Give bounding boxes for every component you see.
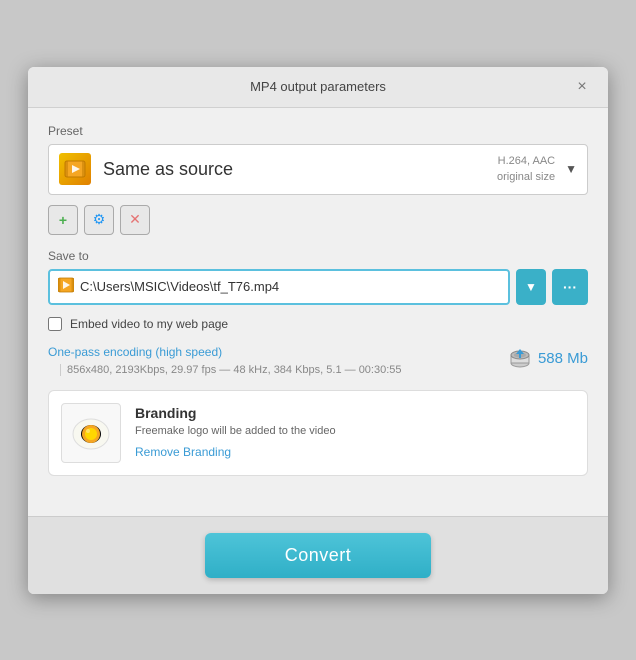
browse-button[interactable]: ···: [552, 269, 588, 305]
add-icon: +: [59, 212, 67, 228]
add-preset-button[interactable]: +: [48, 205, 78, 235]
remove-branding-link[interactable]: Remove Branding: [135, 445, 231, 459]
preset-info: H.264, AAC original size: [497, 153, 555, 186]
branding-description: Freemake logo will be added to the video: [135, 425, 575, 437]
encoding-mode-link[interactable]: One-pass encoding (high speed): [48, 345, 222, 359]
file-size-display: 588 Mb: [508, 345, 588, 373]
embed-row: Embed video to my web page: [48, 317, 588, 331]
save-path-input[interactable]: [80, 279, 500, 294]
save-dropdown-button[interactable]: ▼: [516, 269, 546, 305]
branding-info: Branding Freemake logo will be added to …: [135, 405, 575, 461]
mp4-output-dialog: MP4 output parameters × Preset Same as s…: [28, 67, 608, 594]
preset-size-info: original size: [497, 169, 555, 186]
save-to-row: ▼ ···: [48, 269, 588, 305]
save-path-wrapper: [48, 269, 510, 305]
preset-icon: [59, 153, 91, 185]
encoding-section: One-pass encoding (high speed) 856x480, …: [48, 343, 402, 376]
embed-label[interactable]: Embed video to my web page: [70, 317, 228, 331]
preset-dropdown-icon[interactable]: ▼: [565, 162, 577, 176]
dialog-title: MP4 output parameters: [64, 79, 572, 94]
convert-button[interactable]: Convert: [205, 533, 432, 578]
branding-title: Branding: [135, 405, 575, 421]
file-size-value: 588 Mb: [538, 350, 588, 367]
encoding-details: 856x480, 2193Kbps, 29.97 fps — 48 kHz, 3…: [60, 364, 402, 376]
preset-selector[interactable]: Same as source H.264, AAC original size …: [48, 144, 588, 195]
close-button[interactable]: ×: [572, 77, 592, 97]
preset-action-buttons: + ⚙ ✕: [48, 205, 588, 235]
size-icon: [508, 345, 532, 373]
preset-label: Preset: [48, 124, 588, 138]
remove-preset-button[interactable]: ✕: [120, 205, 150, 235]
branding-thumbnail: [61, 403, 121, 463]
chevron-down-icon: ▼: [525, 280, 537, 294]
branding-box: Branding Freemake logo will be added to …: [48, 390, 588, 476]
close-icon: ✕: [129, 211, 141, 228]
ellipsis-icon: ···: [563, 279, 577, 295]
dialog-content: Preset Same as source H.264, AAC origina…: [28, 108, 608, 516]
dialog-footer: Convert: [28, 516, 608, 594]
settings-button[interactable]: ⚙: [84, 205, 114, 235]
embed-checkbox[interactable]: [48, 317, 62, 331]
file-icon: [58, 277, 74, 296]
gear-icon: ⚙: [93, 211, 106, 228]
preset-codec: H.264, AAC: [497, 153, 555, 170]
save-to-label: Save to: [48, 249, 588, 263]
preset-name: Same as source: [103, 159, 497, 180]
title-bar: MP4 output parameters ×: [28, 67, 608, 108]
encoding-row: One-pass encoding (high speed) 856x480, …: [48, 343, 588, 390]
